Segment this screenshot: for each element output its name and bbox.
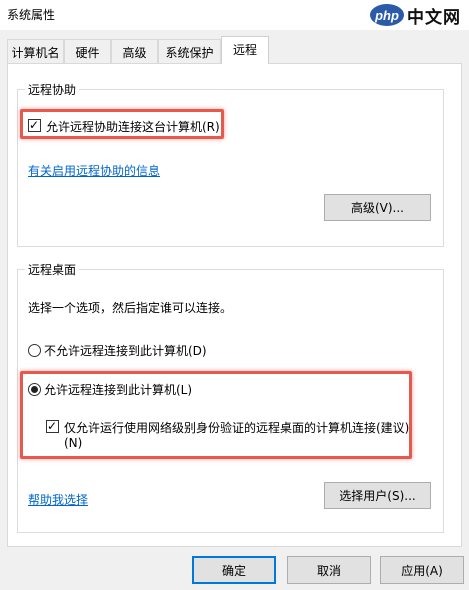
- tab-system-protection[interactable]: 系统保护: [158, 39, 221, 63]
- apply-button[interactable]: 应用(A): [380, 556, 464, 584]
- title-bar: 系统属性 php 中文网: [0, 0, 469, 30]
- remote-assistance-title: 远程协助: [25, 81, 80, 98]
- remote-desktop-instruction: 选择一个选项，然后指定谁可以连接。: [28, 301, 233, 315]
- watermark-logo: php 中文网: [370, 3, 461, 28]
- remote-desktop-title: 远程桌面: [25, 261, 80, 278]
- watermark-text: 中文网: [407, 7, 461, 28]
- advanced-button[interactable]: 高级(V)...: [324, 194, 431, 221]
- tab-advanced[interactable]: 高级: [111, 39, 158, 63]
- tab-hardware[interactable]: 硬件: [64, 39, 111, 63]
- remote-assistance-info-link[interactable]: 有关启用远程协助的信息: [28, 162, 160, 179]
- tab-remote[interactable]: 远程: [221, 36, 269, 64]
- deny-remote-label[interactable]: 不允许远程连接到此计算机(D): [44, 342, 207, 359]
- highlight-allow-remote-desktop: [20, 371, 412, 459]
- deny-remote-radio[interactable]: [28, 344, 41, 357]
- ok-button[interactable]: 确定: [192, 556, 276, 584]
- highlight-allow-remote-assistance: [20, 109, 224, 139]
- window-title: 系统属性: [7, 8, 56, 22]
- select-users-button[interactable]: 选择用户(S)...: [324, 482, 431, 509]
- help-me-choose-link[interactable]: 帮助我选择: [28, 491, 88, 508]
- cancel-button[interactable]: 取消: [287, 556, 371, 584]
- tab-computer-name[interactable]: 计算机名: [7, 39, 64, 63]
- watermark-badge: php: [370, 4, 404, 26]
